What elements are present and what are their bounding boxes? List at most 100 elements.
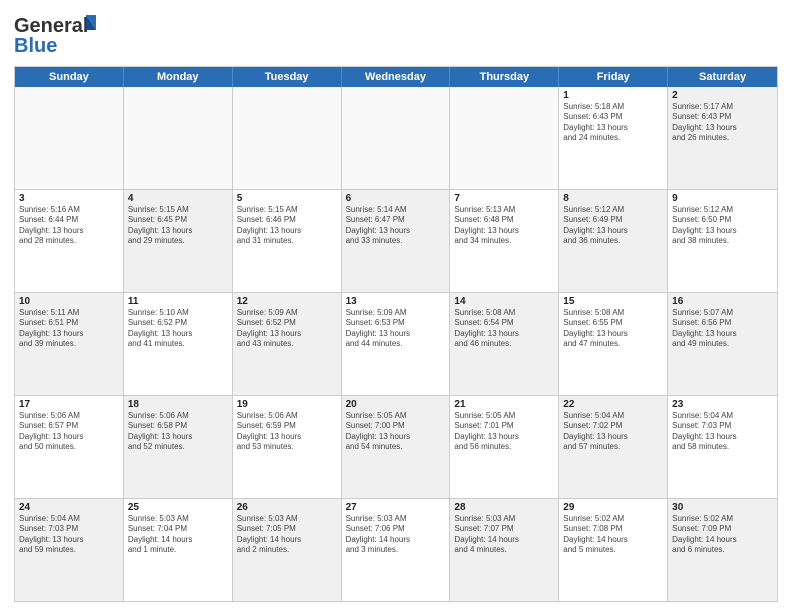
header: GeneralBlue: [14, 10, 778, 60]
day-info: Sunrise: 5:12 AM Sunset: 6:49 PM Dayligh…: [563, 205, 663, 247]
calendar-cell: 30Sunrise: 5:02 AM Sunset: 7:09 PM Dayli…: [668, 499, 777, 601]
weekday-header-friday: Friday: [559, 67, 668, 87]
weekday-header-wednesday: Wednesday: [342, 67, 451, 87]
calendar-cell: 23Sunrise: 5:04 AM Sunset: 7:03 PM Dayli…: [668, 396, 777, 498]
day-number: 22: [563, 399, 663, 410]
day-info: Sunrise: 5:15 AM Sunset: 6:46 PM Dayligh…: [237, 205, 337, 247]
calendar-cell: 14Sunrise: 5:08 AM Sunset: 6:54 PM Dayli…: [450, 293, 559, 395]
day-info: Sunrise: 5:08 AM Sunset: 6:55 PM Dayligh…: [563, 308, 663, 350]
calendar-cell: 19Sunrise: 5:06 AM Sunset: 6:59 PM Dayli…: [233, 396, 342, 498]
day-info: Sunrise: 5:06 AM Sunset: 6:59 PM Dayligh…: [237, 411, 337, 453]
day-number: 9: [672, 193, 773, 204]
calendar-cell: 1Sunrise: 5:18 AM Sunset: 6:43 PM Daylig…: [559, 87, 668, 189]
calendar-cell: 28Sunrise: 5:03 AM Sunset: 7:07 PM Dayli…: [450, 499, 559, 601]
weekday-header-tuesday: Tuesday: [233, 67, 342, 87]
calendar-cell: 16Sunrise: 5:07 AM Sunset: 6:56 PM Dayli…: [668, 293, 777, 395]
weekday-header-thursday: Thursday: [450, 67, 559, 87]
day-info: Sunrise: 5:02 AM Sunset: 7:09 PM Dayligh…: [672, 514, 773, 556]
day-info: Sunrise: 5:05 AM Sunset: 7:01 PM Dayligh…: [454, 411, 554, 453]
calendar-week-3: 10Sunrise: 5:11 AM Sunset: 6:51 PM Dayli…: [15, 293, 777, 396]
day-number: 18: [128, 399, 228, 410]
calendar: SundayMondayTuesdayWednesdayThursdayFrid…: [14, 66, 778, 602]
calendar-cell: [450, 87, 559, 189]
day-info: Sunrise: 5:03 AM Sunset: 7:04 PM Dayligh…: [128, 514, 228, 556]
day-info: Sunrise: 5:04 AM Sunset: 7:03 PM Dayligh…: [19, 514, 119, 556]
day-number: 17: [19, 399, 119, 410]
day-number: 23: [672, 399, 773, 410]
calendar-cell: 13Sunrise: 5:09 AM Sunset: 6:53 PM Dayli…: [342, 293, 451, 395]
weekday-header-sunday: Sunday: [15, 67, 124, 87]
day-number: 25: [128, 502, 228, 513]
svg-text:General: General: [14, 15, 88, 37]
day-info: Sunrise: 5:10 AM Sunset: 6:52 PM Dayligh…: [128, 308, 228, 350]
calendar-week-5: 24Sunrise: 5:04 AM Sunset: 7:03 PM Dayli…: [15, 499, 777, 601]
day-info: Sunrise: 5:06 AM Sunset: 6:58 PM Dayligh…: [128, 411, 228, 453]
day-number: 16: [672, 296, 773, 307]
day-number: 30: [672, 502, 773, 513]
day-info: Sunrise: 5:17 AM Sunset: 6:43 PM Dayligh…: [672, 102, 773, 144]
day-info: Sunrise: 5:04 AM Sunset: 7:02 PM Dayligh…: [563, 411, 663, 453]
weekday-header-saturday: Saturday: [668, 67, 777, 87]
calendar-cell: 12Sunrise: 5:09 AM Sunset: 6:52 PM Dayli…: [233, 293, 342, 395]
day-info: Sunrise: 5:04 AM Sunset: 7:03 PM Dayligh…: [672, 411, 773, 453]
day-number: 21: [454, 399, 554, 410]
day-info: Sunrise: 5:08 AM Sunset: 6:54 PM Dayligh…: [454, 308, 554, 350]
day-number: 12: [237, 296, 337, 307]
day-number: 15: [563, 296, 663, 307]
day-number: 7: [454, 193, 554, 204]
logo: GeneralBlue: [14, 10, 104, 60]
calendar-week-1: 1Sunrise: 5:18 AM Sunset: 6:43 PM Daylig…: [15, 87, 777, 190]
day-number: 28: [454, 502, 554, 513]
day-info: Sunrise: 5:14 AM Sunset: 6:47 PM Dayligh…: [346, 205, 446, 247]
calendar-cell: 2Sunrise: 5:17 AM Sunset: 6:43 PM Daylig…: [668, 87, 777, 189]
day-number: 3: [19, 193, 119, 204]
calendar-cell: [15, 87, 124, 189]
day-info: Sunrise: 5:09 AM Sunset: 6:53 PM Dayligh…: [346, 308, 446, 350]
day-info: Sunrise: 5:15 AM Sunset: 6:45 PM Dayligh…: [128, 205, 228, 247]
day-number: 20: [346, 399, 446, 410]
day-info: Sunrise: 5:03 AM Sunset: 7:07 PM Dayligh…: [454, 514, 554, 556]
calendar-cell: 3Sunrise: 5:16 AM Sunset: 6:44 PM Daylig…: [15, 190, 124, 292]
day-info: Sunrise: 5:05 AM Sunset: 7:00 PM Dayligh…: [346, 411, 446, 453]
day-number: 8: [563, 193, 663, 204]
day-number: 6: [346, 193, 446, 204]
calendar-cell: [233, 87, 342, 189]
day-info: Sunrise: 5:03 AM Sunset: 7:05 PM Dayligh…: [237, 514, 337, 556]
calendar-cell: 17Sunrise: 5:06 AM Sunset: 6:57 PM Dayli…: [15, 396, 124, 498]
day-info: Sunrise: 5:03 AM Sunset: 7:06 PM Dayligh…: [346, 514, 446, 556]
day-number: 4: [128, 193, 228, 204]
day-number: 1: [563, 90, 663, 101]
day-number: 13: [346, 296, 446, 307]
calendar-cell: 15Sunrise: 5:08 AM Sunset: 6:55 PM Dayli…: [559, 293, 668, 395]
day-number: 2: [672, 90, 773, 101]
calendar-cell: 26Sunrise: 5:03 AM Sunset: 7:05 PM Dayli…: [233, 499, 342, 601]
day-number: 27: [346, 502, 446, 513]
calendar-body: 1Sunrise: 5:18 AM Sunset: 6:43 PM Daylig…: [15, 87, 777, 601]
calendar-cell: 4Sunrise: 5:15 AM Sunset: 6:45 PM Daylig…: [124, 190, 233, 292]
day-number: 29: [563, 502, 663, 513]
calendar-cell: 21Sunrise: 5:05 AM Sunset: 7:01 PM Dayli…: [450, 396, 559, 498]
calendar-cell: 5Sunrise: 5:15 AM Sunset: 6:46 PM Daylig…: [233, 190, 342, 292]
calendar-cell: 20Sunrise: 5:05 AM Sunset: 7:00 PM Dayli…: [342, 396, 451, 498]
day-number: 14: [454, 296, 554, 307]
day-info: Sunrise: 5:13 AM Sunset: 6:48 PM Dayligh…: [454, 205, 554, 247]
day-info: Sunrise: 5:11 AM Sunset: 6:51 PM Dayligh…: [19, 308, 119, 350]
day-info: Sunrise: 5:16 AM Sunset: 6:44 PM Dayligh…: [19, 205, 119, 247]
calendar-week-4: 17Sunrise: 5:06 AM Sunset: 6:57 PM Dayli…: [15, 396, 777, 499]
calendar-cell: 25Sunrise: 5:03 AM Sunset: 7:04 PM Dayli…: [124, 499, 233, 601]
calendar-cell: 6Sunrise: 5:14 AM Sunset: 6:47 PM Daylig…: [342, 190, 451, 292]
calendar-cell: 7Sunrise: 5:13 AM Sunset: 6:48 PM Daylig…: [450, 190, 559, 292]
day-info: Sunrise: 5:12 AM Sunset: 6:50 PM Dayligh…: [672, 205, 773, 247]
calendar-cell: 27Sunrise: 5:03 AM Sunset: 7:06 PM Dayli…: [342, 499, 451, 601]
page: GeneralBlue SundayMondayTuesdayWednesday…: [0, 0, 792, 612]
calendar-cell: 10Sunrise: 5:11 AM Sunset: 6:51 PM Dayli…: [15, 293, 124, 395]
weekday-header-monday: Monday: [124, 67, 233, 87]
logo-icon: GeneralBlue: [14, 10, 104, 60]
calendar-cell: 22Sunrise: 5:04 AM Sunset: 7:02 PM Dayli…: [559, 396, 668, 498]
calendar-cell: [342, 87, 451, 189]
day-number: 10: [19, 296, 119, 307]
calendar-cell: [124, 87, 233, 189]
calendar-week-2: 3Sunrise: 5:16 AM Sunset: 6:44 PM Daylig…: [15, 190, 777, 293]
calendar-cell: 18Sunrise: 5:06 AM Sunset: 6:58 PM Dayli…: [124, 396, 233, 498]
svg-text:Blue: Blue: [14, 35, 57, 57]
